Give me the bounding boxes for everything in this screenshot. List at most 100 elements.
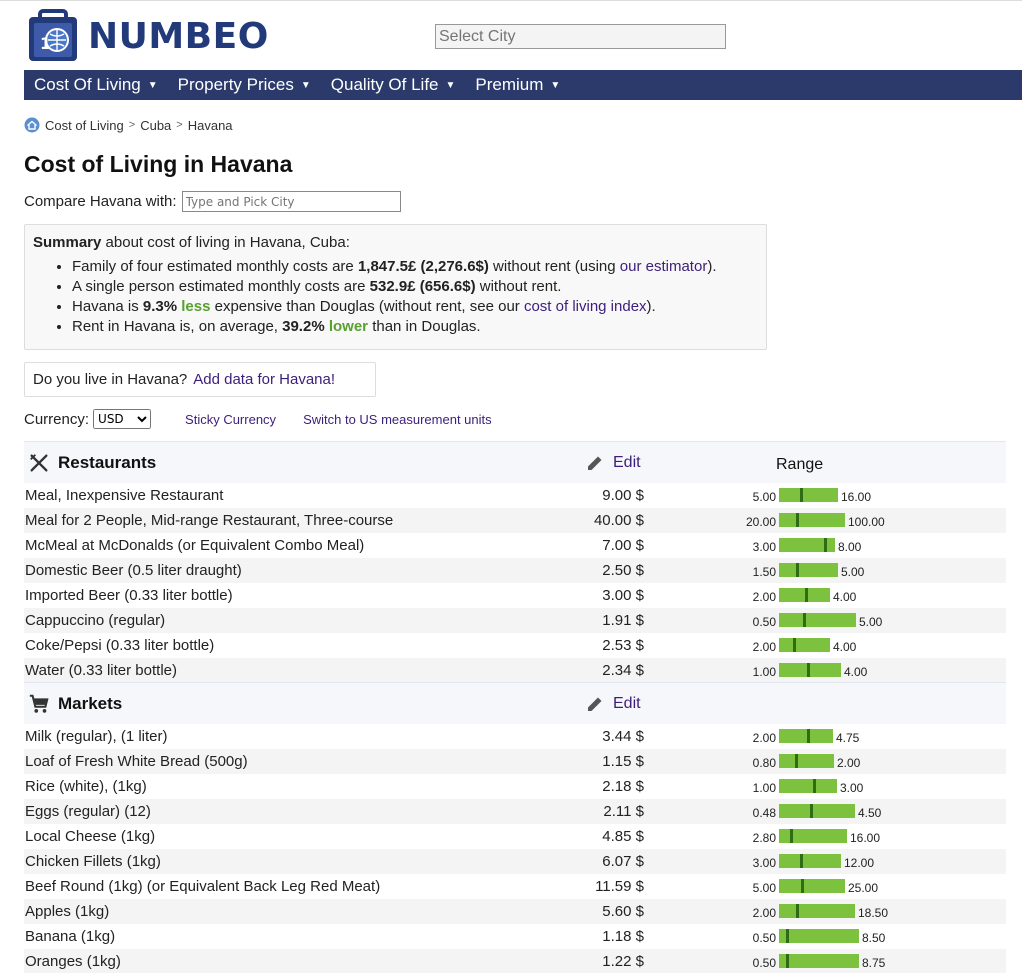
range-marker bbox=[786, 929, 789, 943]
item-price: 2.50 $ bbox=[602, 562, 644, 579]
numbeo-logo[interactable]: 1 NUMBEO bbox=[26, 8, 269, 64]
range-bar bbox=[779, 488, 838, 502]
brand-name: NUMBEO bbox=[88, 15, 269, 57]
edit-restaurants-button[interactable]: Edit bbox=[585, 453, 641, 473]
range-marker bbox=[807, 729, 810, 743]
summary-family-cost: Family of four estimated monthly costs a… bbox=[72, 257, 758, 277]
compare-label: Compare Havana with: bbox=[24, 193, 177, 210]
compare-city-input[interactable] bbox=[181, 191, 401, 212]
range-marker bbox=[813, 779, 816, 793]
range-marker bbox=[796, 563, 799, 577]
breadcrumb-separator: > bbox=[176, 119, 183, 131]
summary-lead-text: about cost of living in Havana, Cuba: bbox=[101, 234, 350, 251]
range-min: 3.00 bbox=[752, 856, 776, 870]
top-border bbox=[0, 0, 1022, 1]
item-name: Beef Round (1kg) (or Equivalent Back Leg… bbox=[25, 878, 381, 895]
numbeo-logo-icon: 1 bbox=[29, 9, 77, 61]
summary-lead: Summary about cost of living in Havana, … bbox=[33, 234, 758, 251]
sticky-currency-link[interactable]: Sticky Currency bbox=[185, 412, 276, 427]
currency-select[interactable]: USD bbox=[93, 409, 152, 429]
item-name: Water (0.33 liter bottle) bbox=[25, 662, 177, 679]
edit-markets-button[interactable]: Edit bbox=[585, 694, 641, 714]
range-max: 8.50 bbox=[862, 931, 886, 945]
single-cost-value: 532.9£ (656.6$) bbox=[369, 278, 476, 295]
nav-property-prices[interactable]: Property Prices ▼ bbox=[168, 70, 321, 100]
item-name: McMeal at McDonalds (or Equivalent Combo… bbox=[25, 537, 365, 554]
live-here-box: Do you live in Havana? Add data for Havan… bbox=[24, 362, 376, 397]
text: without rent (using bbox=[488, 258, 620, 275]
estimator-link[interactable]: our estimator bbox=[620, 258, 708, 275]
range-min: 0.80 bbox=[752, 756, 776, 770]
table-row: Imported Beer (0.33 liter bottle) 3.00 $ 2… bbox=[24, 583, 1006, 608]
select-city-input[interactable] bbox=[435, 24, 726, 49]
table-row: Chicken Fillets (1kg) 6.07 $ 3.00 12.00 bbox=[24, 849, 1006, 874]
table-row: McMeal at McDonalds (or Equivalent Combo… bbox=[24, 533, 1006, 558]
range-marker bbox=[790, 829, 793, 843]
cost-of-living-index-link[interactable]: cost of living index bbox=[524, 298, 647, 315]
home-icon[interactable] bbox=[24, 117, 40, 133]
range-max: 5.00 bbox=[841, 565, 865, 579]
range-min: 1.50 bbox=[752, 565, 776, 579]
page-title: Cost of Living in Havana bbox=[24, 151, 293, 177]
add-data-link[interactable]: Add data for Havana! bbox=[193, 371, 335, 388]
item-name: Coke/Pepsi (0.33 liter bottle) bbox=[25, 637, 215, 654]
nav-premium[interactable]: Premium ▼ bbox=[465, 70, 570, 100]
markets-rows: Milk (regular), (1 liter) 3.44 $ 2.00 4.75 L… bbox=[24, 724, 1006, 973]
less-label: less bbox=[181, 298, 211, 315]
range-bar bbox=[779, 904, 855, 918]
nav-cost-of-living[interactable]: Cost Of Living ▼ bbox=[24, 70, 168, 100]
range-max: 4.00 bbox=[833, 640, 857, 654]
text: ). bbox=[646, 298, 656, 315]
item-name: Loaf of Fresh White Bread (500g) bbox=[25, 753, 248, 770]
caret-down-icon: ▼ bbox=[147, 79, 158, 91]
breadcrumb-cost-of-living[interactable]: Cost of Living bbox=[45, 118, 124, 133]
item-price: 7.00 $ bbox=[602, 537, 644, 554]
family-cost-value: 1,847.5£ (2,276.6$) bbox=[357, 258, 489, 275]
item-price: 40.00 $ bbox=[593, 512, 644, 529]
item-name: Eggs (regular) (12) bbox=[25, 803, 151, 820]
item-name: Chicken Fillets (1kg) bbox=[25, 853, 161, 870]
summary-list: Family of four estimated monthly costs a… bbox=[72, 257, 758, 337]
range-bar bbox=[779, 854, 841, 868]
text: ). bbox=[707, 258, 717, 275]
item-price: 11.59 $ bbox=[595, 878, 644, 895]
range-marker bbox=[807, 663, 810, 677]
lower-label: lower bbox=[328, 318, 369, 335]
shopping-cart-icon bbox=[29, 694, 49, 713]
switch-units-link[interactable]: Switch to US measurement units bbox=[303, 412, 492, 427]
item-name: Meal for 2 People, Mid-range Restaurant,… bbox=[25, 512, 394, 529]
text: than in Douglas. bbox=[368, 318, 481, 335]
range-max: 25.00 bbox=[848, 881, 879, 895]
range-max: 2.00 bbox=[837, 756, 861, 770]
range-min: 1.00 bbox=[752, 665, 776, 679]
item-price: 2.18 $ bbox=[602, 778, 644, 795]
summary-rent: Rent in Havana is, on average, 39.2% low… bbox=[72, 317, 758, 337]
pencil-icon bbox=[588, 456, 602, 470]
item-name: Apples (1kg) bbox=[25, 903, 110, 920]
table-row: Loaf of Fresh White Bread (500g) 1.15 $ 0.… bbox=[24, 749, 1006, 774]
range-bar bbox=[779, 879, 845, 893]
summary-box: Summary about cost of living in Havana, … bbox=[24, 224, 767, 350]
table-row: Cappuccino (regular) 1.91 $ 0.50 5.00 bbox=[24, 608, 1006, 633]
range-max: 100.00 bbox=[848, 515, 885, 529]
breadcrumb-cuba[interactable]: Cuba bbox=[140, 118, 171, 133]
nav-quality-of-life[interactable]: Quality Of Life ▼ bbox=[321, 70, 466, 100]
range-marker bbox=[795, 754, 798, 768]
breadcrumb-havana[interactable]: Havana bbox=[188, 118, 233, 133]
cutlery-icon bbox=[30, 453, 48, 472]
item-name: Imported Beer (0.33 liter bottle) bbox=[25, 587, 233, 604]
table-row: Water (0.33 liter bottle) 2.34 $ 1.00 4.00 bbox=[24, 658, 1006, 683]
section-title: Restaurants bbox=[58, 452, 157, 472]
item-name: Banana (1kg) bbox=[25, 928, 116, 945]
restaurants-rows: Meal, Inexpensive Restaurant 9.00 $ 5.00 16… bbox=[24, 483, 1006, 683]
compare-row: Compare Havana with: bbox=[24, 191, 401, 212]
range-bar bbox=[779, 663, 841, 677]
caret-down-icon: ▼ bbox=[300, 79, 311, 91]
item-price: 2.34 $ bbox=[602, 662, 644, 679]
range-header: Range bbox=[776, 456, 824, 473]
range-min: 2.00 bbox=[752, 640, 776, 654]
table-row: Oranges (1kg) 1.22 $ 0.50 8.75 bbox=[24, 949, 1006, 973]
range-min: 2.00 bbox=[752, 906, 776, 920]
pencil-icon bbox=[588, 697, 602, 711]
range-max: 12.00 bbox=[844, 856, 875, 870]
